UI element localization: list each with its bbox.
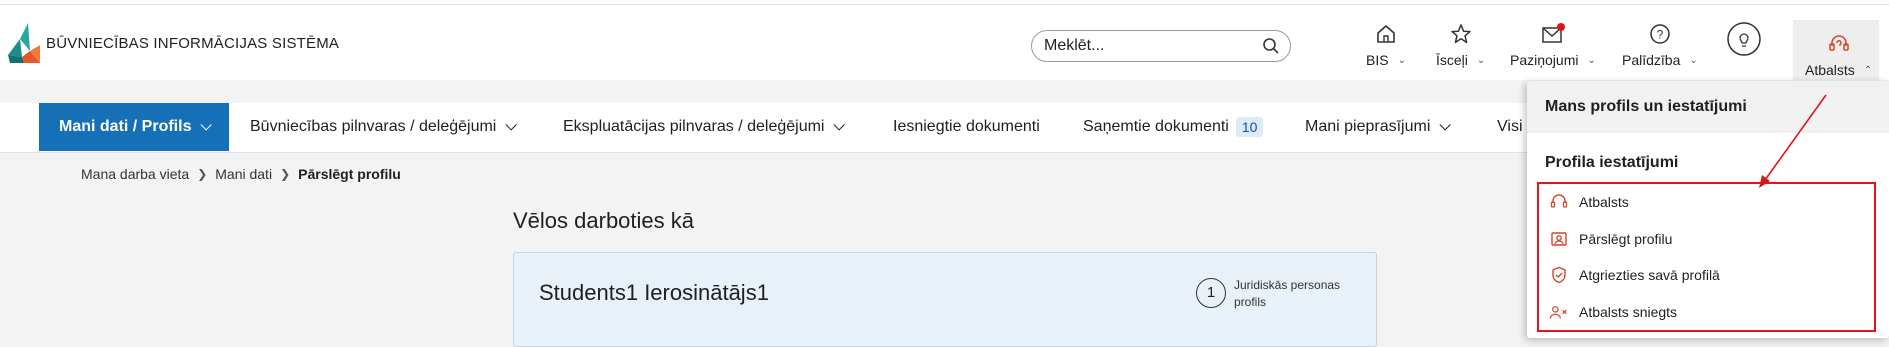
- profile-card[interactable]: Students1 Ierosinātājs1 1 Juridiskās per…: [513, 252, 1377, 347]
- nav-submitted-documents[interactable]: Iesniegtie dokumenti: [893, 103, 1040, 151]
- nav-all[interactable]: Visi: [1497, 103, 1523, 151]
- search-box[interactable]: [1031, 30, 1291, 62]
- nav-submitted-documents-label: Iesniegtie dokumenti: [893, 118, 1040, 135]
- user-x-icon: [1549, 302, 1569, 322]
- header-support[interactable]: Atbalsts ⌃: [1793, 20, 1879, 85]
- profile-name: Students1 Ierosinātājs1: [539, 280, 769, 305]
- profile-card-icon: [1549, 229, 1569, 249]
- header-help[interactable]: ? Palīdzība ⌄: [1622, 20, 1698, 75]
- nav-all-label: Visi: [1497, 118, 1523, 135]
- nav-construction-authorizations[interactable]: Būvniecības pilnvaras / deleģējumi: [250, 103, 518, 151]
- home-icon: [1375, 20, 1397, 48]
- menu-item-switch-profile[interactable]: Pārslēgt profilu: [1539, 221, 1874, 258]
- nav-construction-authorizations-label: Būvniecības pilnvaras / deleģējumi: [250, 118, 497, 135]
- nav-received-documents-label: Saņemtie dokumenti: [1083, 118, 1229, 135]
- chevron-up-icon: ⌃: [1863, 64, 1873, 76]
- question-icon: ?: [1648, 20, 1672, 48]
- breadcrumb: Mana darba vieta ❯ Mani dati ❯ Pārslēgt …: [81, 166, 401, 182]
- menu-item-support-provided-label: Atbalsts sniegts: [1579, 303, 1678, 320]
- breadcrumb-my-data[interactable]: Mani dati: [215, 166, 272, 182]
- header-notifications[interactable]: Paziņojumi ⌄: [1510, 20, 1596, 75]
- breadcrumb-workplace[interactable]: Mana darba vieta: [81, 166, 189, 182]
- menu-item-support-label: Atbalsts: [1579, 194, 1629, 211]
- menu-item-return-profile[interactable]: Atgriezties savā profilā: [1539, 257, 1874, 294]
- highlighted-menu-group: Atbalsts Pārslēgt profilu Atgriezties sa…: [1537, 182, 1876, 332]
- svg-text:?: ?: [1657, 28, 1664, 42]
- menu-item-return-profile-label: Atgriezties savā profilā: [1579, 267, 1720, 284]
- dropdown-title: Mans profils un iestatījumi: [1527, 81, 1889, 133]
- chevron-down-icon: ⌄: [1476, 54, 1486, 66]
- star-icon: [1450, 20, 1472, 48]
- search-icon[interactable]: [1262, 37, 1280, 60]
- header-notifications-label: Paziņojumi: [1510, 52, 1579, 68]
- page-title: Vēlos darboties kā: [513, 208, 694, 233]
- chevron-down-icon: ⌄: [1587, 54, 1596, 66]
- chevron-down-icon: [505, 119, 518, 131]
- menu-item-support-provided[interactable]: Atbalsts sniegts: [1539, 294, 1874, 331]
- nav-my-data[interactable]: Mani dati / Profils: [39, 103, 229, 151]
- received-count-badge: 10: [1235, 117, 1264, 137]
- headset-icon: [1827, 30, 1851, 58]
- profile-settings-dropdown: Mans profils un iestatījumi Profila iest…: [1527, 81, 1889, 338]
- chevron-down-icon: [833, 119, 846, 131]
- dropdown-section-title: Profila iestatījumi: [1545, 154, 1679, 171]
- shield-check-icon: [1549, 265, 1569, 285]
- profile-count: 1: [1196, 278, 1226, 308]
- chevron-down-icon: ⌄: [1397, 54, 1406, 66]
- header-help-label: Palīdzība: [1622, 52, 1681, 68]
- headset-icon: [1549, 192, 1569, 212]
- search-input[interactable]: [1032, 31, 1242, 61]
- nav-my-requests[interactable]: Mani pieprasījumi: [1305, 103, 1452, 151]
- chevron-down-icon: ⌄: [1689, 54, 1698, 66]
- chevron-right-icon: ❯: [280, 167, 291, 181]
- nav-exploitation-authorizations[interactable]: Ekspluatācijas pilnvaras / deleģējumi: [563, 103, 846, 151]
- chevron-down-icon: [200, 119, 213, 131]
- header-shortcuts-label: Īsceļi: [1436, 52, 1468, 68]
- nav-received-documents[interactable]: Saņemtie dokumenti 10: [1083, 103, 1264, 151]
- header-bis-label: BIS: [1366, 52, 1389, 68]
- breadcrumb-current: Pārslēgt profilu: [298, 166, 401, 182]
- bis-logo-icon: [8, 23, 40, 63]
- chevron-right-icon: ❯: [197, 167, 208, 181]
- chevron-down-icon: [1439, 119, 1452, 131]
- nav-my-requests-label: Mani pieprasījumi: [1305, 118, 1431, 135]
- lightbulb-icon: [1726, 22, 1762, 56]
- header-shortcuts[interactable]: Īsceļi ⌄: [1436, 20, 1485, 75]
- nav-exploitation-authorizations-label: Ekspluatācijas pilnvaras / deleģējumi: [563, 118, 825, 135]
- nav-my-data-label: Mani dati / Profils: [59, 118, 192, 135]
- ideas-button[interactable]: [1726, 22, 1762, 80]
- header: BŪVNIECĪBAS INFORMĀCIJAS SISTĒMA BIS ⌄ Īs…: [0, 5, 1889, 85]
- profile-type: Juridiskās personas profils: [1234, 278, 1341, 309]
- logo[interactable]: BŪVNIECĪBAS INFORMĀCIJAS SISTĒMA: [6, 21, 339, 65]
- envelope-icon: [1540, 20, 1566, 48]
- menu-item-support[interactable]: Atbalsts: [1539, 184, 1874, 221]
- logo-text: BŪVNIECĪBAS INFORMĀCIJAS SISTĒMA: [46, 34, 340, 52]
- header-support-label: Atbalsts: [1805, 62, 1855, 78]
- header-bis[interactable]: BIS ⌄: [1366, 20, 1406, 75]
- menu-item-switch-profile-label: Pārslēgt profilu: [1579, 230, 1673, 247]
